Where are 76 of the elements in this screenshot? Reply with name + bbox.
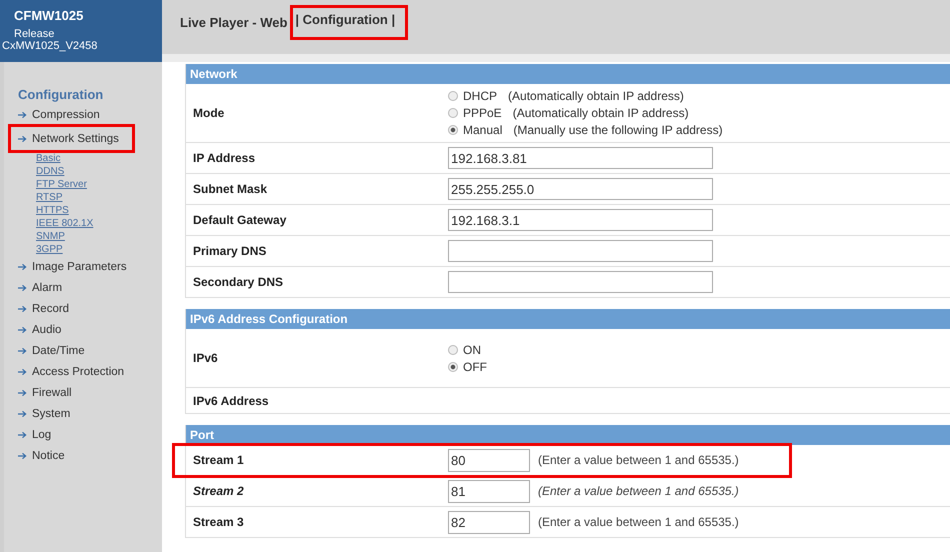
sidebar-title: Configuration xyxy=(18,87,104,102)
sidebar-link[interactable]: 3GPP xyxy=(36,243,63,256)
radio-button[interactable] xyxy=(448,362,458,372)
input-field[interactable]: 82 xyxy=(448,510,530,534)
radio-label: DHCP xyxy=(463,89,498,103)
sidebar-item[interactable]: Notice xyxy=(18,445,77,466)
field-label: IPv6 Address xyxy=(192,394,270,408)
sidebar-item[interactable]: System xyxy=(18,403,82,424)
arrow-icon xyxy=(18,452,27,460)
arrow-icon xyxy=(18,388,27,396)
sidebar-item[interactable]: Alarm xyxy=(18,277,74,298)
arrow-icon xyxy=(18,368,27,376)
sidebar-item[interactable]: Firewall xyxy=(18,382,84,403)
input-field[interactable]: 192.168.3.1 xyxy=(448,209,713,231)
arrow-icon xyxy=(18,304,27,312)
sidebar-item[interactable]: Date/Time xyxy=(18,340,97,361)
input-field[interactable] xyxy=(448,271,713,293)
arrow-icon xyxy=(18,284,27,292)
arrow-icon xyxy=(18,262,27,270)
nav-link[interactable]: | Configuration | xyxy=(293,8,406,37)
field-hint: (Enter a value between 1 and 65535.) xyxy=(538,484,739,498)
field-label: Default Gateway xyxy=(192,213,288,227)
field-label: Primary DNS xyxy=(192,244,268,258)
input-field[interactable]: 192.168.3.81 xyxy=(448,147,713,169)
radio-label: OFF xyxy=(463,360,487,374)
radio-button[interactable] xyxy=(448,108,458,118)
arrow-icon xyxy=(18,430,27,438)
field-label: IPv6 xyxy=(192,351,219,365)
field-label: Stream 3 xyxy=(192,515,245,529)
option-hint: (Automatically obtain IP address) xyxy=(512,106,689,120)
sidebar-item[interactable]: Log xyxy=(18,424,64,445)
sidebar-link[interactable]: RTSP xyxy=(36,191,62,204)
sidebar-item[interactable]: Image Parameters xyxy=(18,256,139,277)
sidebar-link[interactable]: DDNS xyxy=(36,165,64,178)
arrow-icon xyxy=(18,134,27,142)
field-label: IP Address xyxy=(192,151,256,165)
arrow-icon xyxy=(18,110,27,118)
sidebar-link[interactable]: FTP Server xyxy=(36,178,87,191)
field-hint: (Enter a value between 1 and 65535.) xyxy=(538,515,739,529)
input-field[interactable]: 81 xyxy=(448,480,530,502)
option-hint: (Manually use the following IP address) xyxy=(513,123,723,137)
sidebar-item[interactable]: Access Protection xyxy=(18,361,136,382)
section-header: Port xyxy=(186,425,950,445)
radio-label: Manual xyxy=(463,123,502,137)
release-version: CxMW1025_V2458 xyxy=(1,40,98,52)
field-label: Stream 2 xyxy=(192,484,245,498)
input-field[interactable]: 255.255.255.0 xyxy=(448,178,713,200)
sidebar-item[interactable]: Record xyxy=(18,298,82,319)
radio-label: ON xyxy=(463,342,481,356)
arrow-icon xyxy=(18,346,27,354)
field-label: Mode xyxy=(192,106,226,120)
option-hint: (Automatically obtain IP address) xyxy=(508,89,684,103)
input-field[interactable] xyxy=(448,240,713,262)
sidebar-link[interactable]: SNMP xyxy=(36,230,65,243)
field-label: Secondary DNS xyxy=(192,275,284,289)
arrow-icon xyxy=(18,410,27,418)
product-name: CFMW1025 xyxy=(13,8,84,23)
radio-button[interactable] xyxy=(448,125,458,135)
section-header: Network xyxy=(186,64,950,84)
radio-label: PPPoE xyxy=(463,106,502,120)
sidebar-item[interactable]: Audio xyxy=(18,319,74,340)
arrow-icon xyxy=(18,326,27,334)
field-hint: (Enter a value between 1 and 65535.) xyxy=(538,453,739,467)
input-field[interactable]: 80 xyxy=(448,448,530,472)
section-header: IPv6 Address Configuration xyxy=(186,309,950,329)
field-label: Stream 1 xyxy=(192,453,245,467)
radio-button[interactable] xyxy=(448,91,458,101)
field-label: Subnet Mask xyxy=(192,182,268,196)
sidebar-link[interactable]: Basic xyxy=(36,152,60,165)
release-label: Release xyxy=(13,28,56,40)
sidebar-item[interactable]: Network Settings xyxy=(12,128,131,149)
sidebar-item[interactable]: Compression xyxy=(18,104,112,125)
sidebar-link[interactable]: HTTPS xyxy=(36,204,69,217)
nav-link[interactable]: Live Player - Web xyxy=(178,13,290,32)
radio-button[interactable] xyxy=(448,344,458,354)
sidebar-link[interactable]: IEEE 802.1X xyxy=(36,217,94,230)
